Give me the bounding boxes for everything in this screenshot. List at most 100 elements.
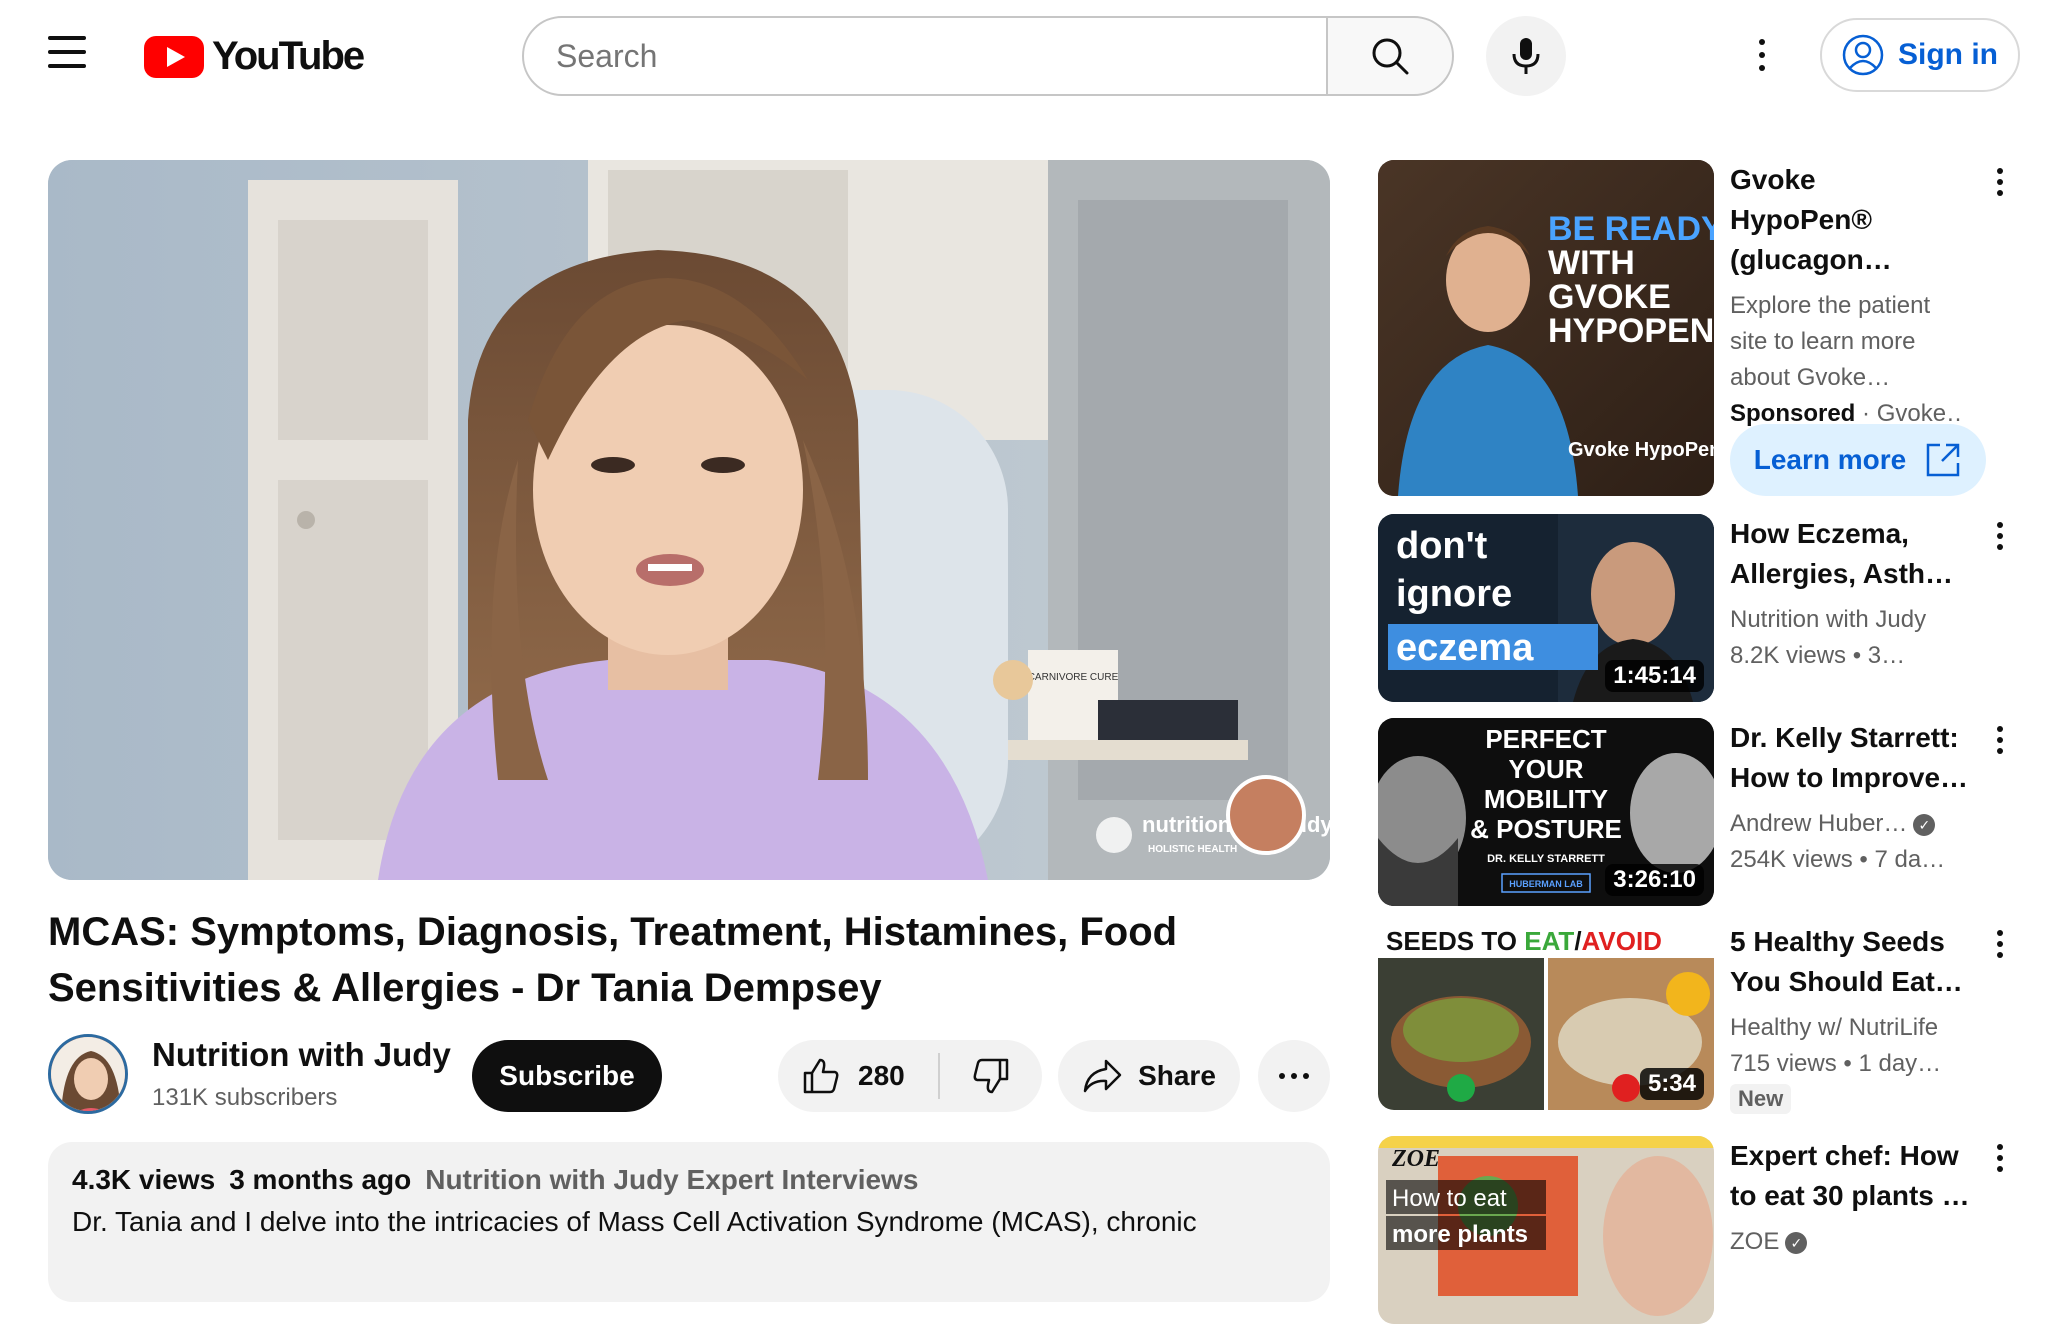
external-link-icon xyxy=(1927,443,1960,477)
thumb-text-3: / xyxy=(1574,926,1581,956)
account-icon xyxy=(1842,34,1884,76)
video-info: How Eczema, Allergies, Asth… Nutrition w… xyxy=(1730,514,1980,674)
dislike-button[interactable] xyxy=(940,1040,1042,1112)
video-title: MCAS: Symptoms, Diagnosis, Treatment, Hi… xyxy=(48,910,1178,1010)
subscribe-button[interactable]: Subscribe xyxy=(472,1040,662,1112)
video-player[interactable]: CARNIVORE CURE nutrition with judy HOLIS… xyxy=(48,160,1330,880)
share-label: Share xyxy=(1138,1060,1216,1091)
description-meta: 4.3K views 3 months ago Nutrition with J… xyxy=(72,1164,1306,1196)
thumbnail-image: ZOE How to eat more plants xyxy=(1378,1136,1714,1324)
thumb-text-2: YOUR xyxy=(1508,754,1583,784)
microphone-icon xyxy=(1512,38,1540,74)
thumb-text-3: MOBILITY xyxy=(1484,784,1608,814)
sign-in-label: Sign in xyxy=(1898,38,1998,71)
ad-brand: Gvoke HypoPen xyxy=(1568,439,1714,461)
thumbs-up-icon xyxy=(803,1058,839,1094)
youtube-logo[interactable]: YouTube xyxy=(144,34,365,79)
video-menu-button[interactable] xyxy=(1988,1144,2012,1180)
video-meta: 254K views • 7 da… xyxy=(1730,846,1946,873)
upload-date: 3 months ago xyxy=(229,1164,412,1195)
ad-headline-4: HYPOPEN xyxy=(1548,312,1714,350)
channel-line: Andrew Huber… ✓ xyxy=(1730,806,1980,842)
video-duration: 5:34 xyxy=(1639,1068,1704,1100)
thumb-text-5: DR. KELLY STARRETT xyxy=(1487,853,1605,865)
video-meta: 8.2K views • 3… xyxy=(1730,642,1906,669)
more-vert-icon xyxy=(1997,726,2003,732)
ad-headline-3: GVOKE xyxy=(1548,278,1671,316)
share-icon xyxy=(1083,1059,1122,1093)
like-button[interactable]: 280 xyxy=(778,1040,938,1112)
subscriber-count: 131K subscribers xyxy=(152,1084,338,1111)
more-vert-icon xyxy=(1759,39,1765,45)
video-thumbnail[interactable]: PERFECT YOUR MOBILITY & POSTURE DR. KELL… xyxy=(1378,718,1714,906)
video-thumbnail[interactable]: don't ignore eczema 1:45:14 xyxy=(1378,514,1714,702)
thumb-text-1: SEEDS TO xyxy=(1386,926,1524,956)
video-title[interactable]: Dr. Kelly Starrett: How to Improve… xyxy=(1730,718,1980,798)
view-count: 4.3K views xyxy=(72,1164,216,1195)
more-vert-icon xyxy=(1997,522,2003,528)
recommended-video[interactable]: SEEDS TO EAT/AVOID 5:34 5 Healthy Seeds … xyxy=(1378,922,2028,1122)
verified-icon: ✓ xyxy=(1785,1231,1808,1254)
more-actions-button[interactable] xyxy=(1258,1040,1330,1112)
advertiser-name: Gvoke… xyxy=(1876,400,1960,427)
video-menu-button[interactable] xyxy=(1988,930,2012,966)
more-vert-icon xyxy=(1997,930,2003,936)
channel-avatar[interactable] xyxy=(48,1034,128,1114)
thumb-text-3: more plants xyxy=(1392,1221,1528,1248)
ad-title[interactable]: Gvoke HypoPen® (glucagon… xyxy=(1730,160,1960,280)
video-title[interactable]: Expert chef: How to eat 30 plants … xyxy=(1730,1136,1980,1216)
thumb-text-2: EAT xyxy=(1524,926,1574,956)
search-box xyxy=(522,16,1328,96)
share-button[interactable]: Share xyxy=(1058,1040,1240,1112)
search-input[interactable] xyxy=(556,37,1326,75)
thumb-text-1: don't xyxy=(1396,525,1488,567)
video-meta: 715 views • 1 day… xyxy=(1730,1050,1942,1077)
sponsored-label: Sponsored xyxy=(1730,400,1856,427)
video-info: 5 Healthy Seeds You Should Eat… Healthy … xyxy=(1730,922,1980,1114)
description-text: Dr. Tania and I delve into the intricaci… xyxy=(72,1206,1197,1237)
video-title[interactable]: How Eczema, Allergies, Asth… xyxy=(1730,514,1980,594)
video-frame: CARNIVORE CURE nutrition with judy HOLIS… xyxy=(48,160,1330,880)
ad-thumbnail-image: BE READY WITH GVOKE HYPOPEN Gvoke HypoPe… xyxy=(1378,160,1714,496)
search-button[interactable] xyxy=(1326,16,1454,96)
voice-search-button[interactable] xyxy=(1486,16,1566,96)
sign-in-button[interactable]: Sign in xyxy=(1820,18,2020,92)
ad-description: Explore the patient site to learn more a… xyxy=(1730,292,1931,391)
ad-thumbnail[interactable]: BE READY WITH GVOKE HYPOPEN Gvoke HypoPe… xyxy=(1378,160,1714,496)
ad-headline-1: BE READY xyxy=(1548,210,1714,248)
thumb-text-2: ignore xyxy=(1396,573,1512,615)
thumb-title: SEEDS TO EAT/AVOID xyxy=(1386,926,1662,956)
video-menu-button[interactable] xyxy=(1988,522,2012,558)
new-badge: New xyxy=(1730,1084,1792,1114)
thumb-text-1: ZOE xyxy=(1391,1146,1440,1172)
channel-name[interactable]: Nutrition with Judy xyxy=(1730,602,1980,638)
logo-text: YouTube xyxy=(212,34,365,78)
video-title[interactable]: 5 Healthy Seeds You Should Eat… xyxy=(1730,922,1980,1002)
playlist-link[interactable]: Nutrition with Judy Expert Interviews xyxy=(425,1164,918,1196)
channel-name[interactable]: Healthy w/ NutriLife xyxy=(1730,1010,1980,1046)
like-dislike-group: 280 xyxy=(778,1040,1042,1112)
video-info: Dr. Kelly Starrett: How to Improve… Andr… xyxy=(1730,718,1980,878)
channel-name[interactable]: Andrew Huber… xyxy=(1730,810,1907,837)
thumb-text-6: HUBERMAN LAB xyxy=(1509,879,1583,889)
channel-name[interactable]: Nutrition with Judy xyxy=(152,1036,451,1074)
recommended-video[interactable]: ZOE How to eat more plants Expert chef: … xyxy=(1378,1136,2028,1324)
video-thumbnail[interactable]: ZOE How to eat more plants xyxy=(1378,1136,1714,1324)
ad-headline-2: WITH xyxy=(1548,244,1635,282)
verified-icon: ✓ xyxy=(1913,813,1936,836)
video-menu-button[interactable] xyxy=(1988,726,2012,762)
settings-menu-button[interactable] xyxy=(1742,30,1782,80)
sponsored-ad[interactable]: BE READY WITH GVOKE HYPOPEN Gvoke HypoPe… xyxy=(1378,160,2028,500)
menu-button[interactable] xyxy=(48,36,96,76)
ad-info: Gvoke HypoPen® (glucagon… Explore the pa… xyxy=(1730,160,1960,432)
ad-menu-button[interactable] xyxy=(1988,168,2012,204)
thumb-text-1: PERFECT xyxy=(1485,724,1606,754)
learn-more-button[interactable]: Learn more xyxy=(1730,424,1986,496)
search-icon xyxy=(1372,38,1409,75)
description-box[interactable]: 4.3K views 3 months ago Nutrition with J… xyxy=(48,1142,1330,1302)
video-thumbnail[interactable]: SEEDS TO EAT/AVOID 5:34 xyxy=(1378,922,1714,1110)
recommended-video[interactable]: don't ignore eczema 1:45:14 How Eczema, … xyxy=(1378,514,2028,704)
menu-icon xyxy=(48,36,86,40)
recommended-video[interactable]: PERFECT YOUR MOBILITY & POSTURE DR. KELL… xyxy=(1378,718,2028,908)
channel-name[interactable]: ZOE xyxy=(1730,1228,1779,1255)
